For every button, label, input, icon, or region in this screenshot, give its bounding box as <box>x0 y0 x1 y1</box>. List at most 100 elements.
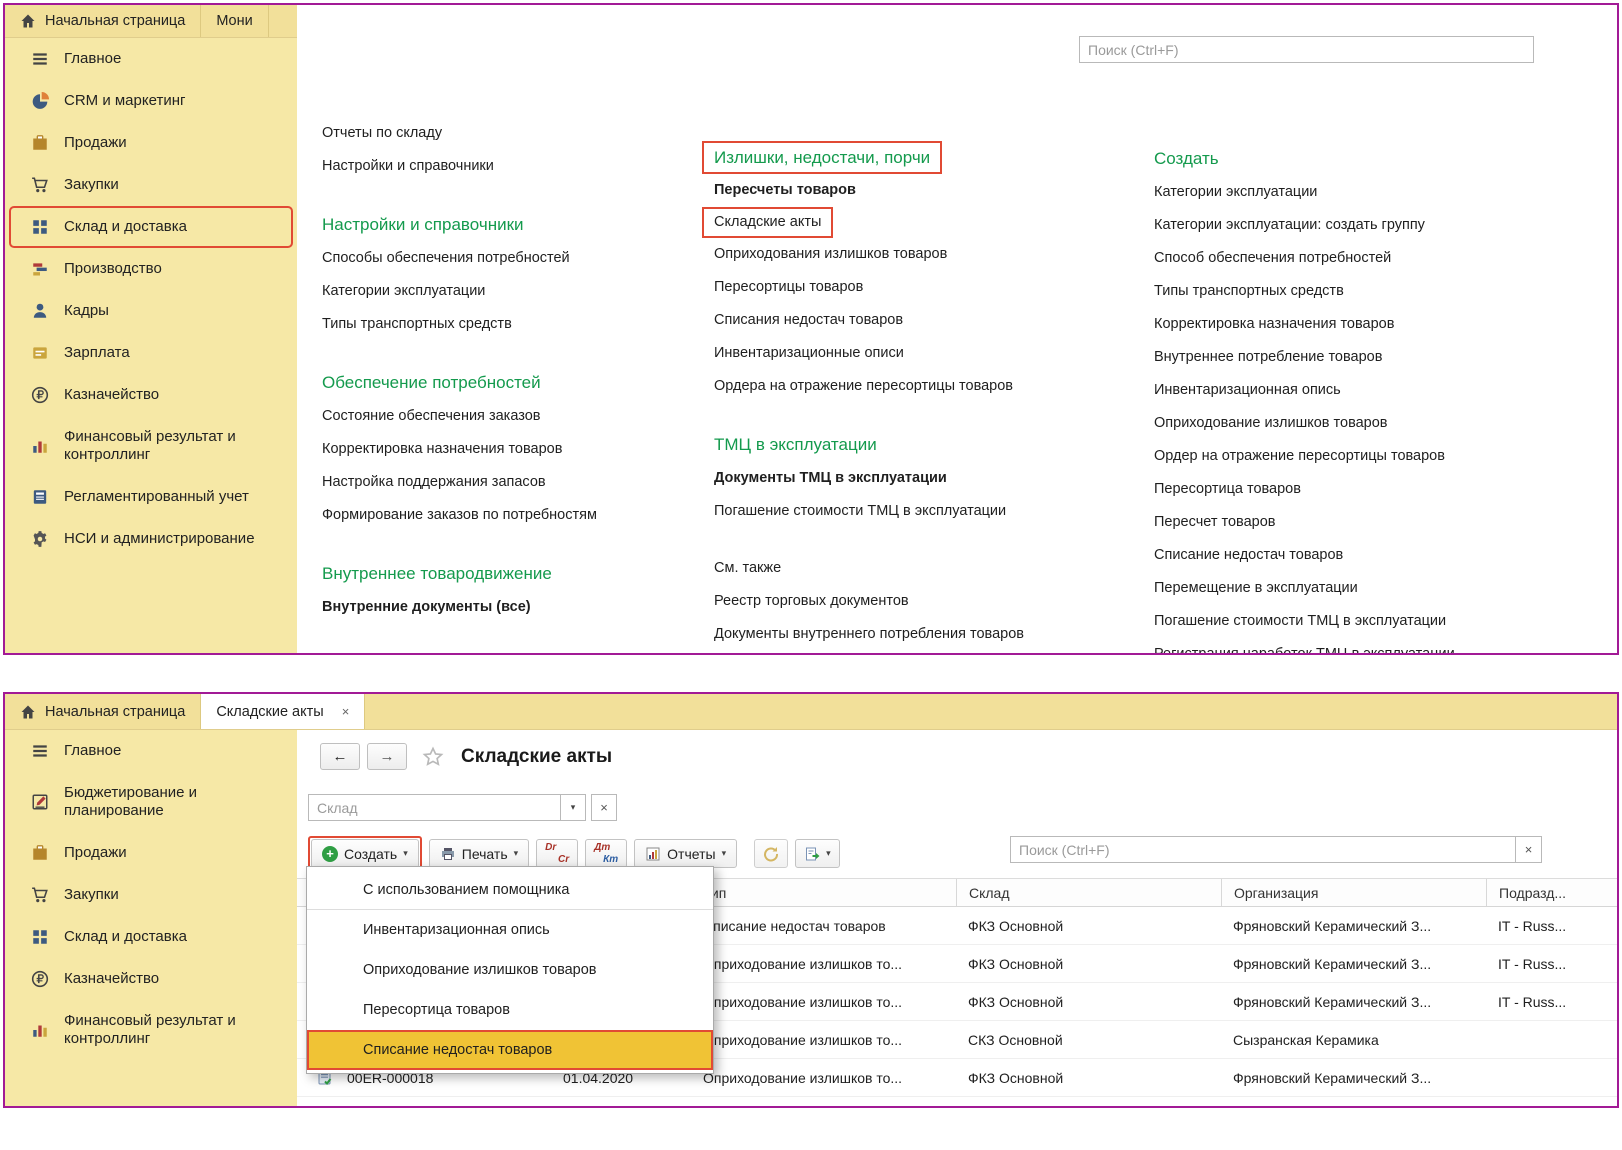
column-header-organization[interactable]: Организация <box>1221 879 1483 906</box>
dtkt-movements-button[interactable]: Дт Кт <box>585 839 627 868</box>
print-button[interactable]: Печать ▾ <box>429 839 529 868</box>
menu-item[interactable]: Категории эксплуатации <box>320 275 487 308</box>
tab[interactable]: Начальная страница <box>5 694 201 729</box>
menu-item[interactable]: Настройки и справочники <box>320 207 526 242</box>
menu-item[interactable]: Ордера на отражение пересортицы товаров <box>712 370 1015 403</box>
filter-clear-icon[interactable]: × <box>591 794 617 821</box>
refresh-button[interactable] <box>754 839 788 868</box>
sidebar-item[interactable]: Закупки <box>5 164 297 206</box>
menu-item[interactable]: Отчеты по складу <box>320 117 444 150</box>
menu-item[interactable]: Списание недостач товаров <box>307 1030 713 1070</box>
menu-item[interactable]: С использованием помощника <box>307 870 713 910</box>
column-header-department[interactable]: Подразд... <box>1486 879 1614 906</box>
menu-item[interactable]: Обеспечение потребностей <box>320 365 543 400</box>
menu-item[interactable]: Способ обеспечения потребностей <box>1152 242 1393 275</box>
sidebar-item[interactable]: Бюджетирование и планирование <box>5 772 297 832</box>
sidebar-item[interactable]: Главное <box>5 38 297 80</box>
menu-item[interactable]: Инвентаризационные описи <box>712 337 906 370</box>
search-input[interactable] <box>1010 836 1516 863</box>
cell-warehouse: ФКЗ Основной <box>968 907 1218 944</box>
book-icon <box>31 488 49 506</box>
menu-item[interactable]: Корректировка назначения товаров <box>320 433 564 466</box>
menu-item[interactable]: Оприходование излишков товаров <box>307 950 713 990</box>
menu-item[interactable]: Пересортицы товаров <box>712 271 865 304</box>
menu-item[interactable]: Состояние обеспечения заказов <box>320 400 542 433</box>
menu-item[interactable]: Оприходования излишков товаров <box>712 238 949 271</box>
create-button[interactable]: + Создать ▾ <box>311 839 419 868</box>
menu-item[interactable]: Документы ТМЦ в эксплуатации <box>712 462 949 495</box>
forward-button[interactable]: → <box>367 743 407 770</box>
sidebar-item[interactable]: Главное <box>5 730 297 772</box>
menu-item[interactable]: Категории эксплуатации: создать группу <box>1152 209 1427 242</box>
cell-organization: Фряновский Керамический З... <box>1233 983 1488 1020</box>
menu-item[interactable]: Оприходование излишков товаров <box>1152 407 1390 440</box>
menu-item[interactable]: Настройки и справочники <box>320 150 496 183</box>
menu-item[interactable]: Списания недостач товаров <box>712 304 905 337</box>
chevron-down-icon: ▾ <box>403 848 408 859</box>
menu-item[interactable]: Регистрация наработок ТМЦ в эксплуатации <box>1152 638 1457 655</box>
chart-icon <box>31 1021 49 1039</box>
sidebar-item[interactable]: Продажи <box>5 122 297 164</box>
sidebar-item[interactable]: Регламентированный учет <box>5 476 297 518</box>
sidebar-item[interactable]: Кадры <box>5 290 297 332</box>
menu-item[interactable]: Погашение стоимости ТМЦ в эксплуатации <box>1152 605 1448 638</box>
menu-item[interactable]: Пересортица товаров <box>307 990 713 1030</box>
menu-item[interactable]: Типы транспортных средств <box>320 308 514 341</box>
menu-item[interactable]: Складские акты <box>702 207 833 238</box>
filter-dropdown-icon[interactable]: ▾ <box>560 794 586 821</box>
menu-item[interactable]: Внутренние документы (все) <box>320 591 533 624</box>
tab[interactable]: Начальная страница <box>5 5 201 37</box>
menu-item[interactable]: Погашение стоимости ТМЦ в эксплуатации <box>712 495 1008 528</box>
menu-item[interactable]: Документы внутреннего потребления товаро… <box>712 618 1026 651</box>
menu-item[interactable]: Перемещение в эксплуатации <box>1152 572 1360 605</box>
sidebar-item[interactable]: Финансовый результат и контроллинг <box>5 416 297 476</box>
sidebar-item[interactable]: Производство <box>5 248 297 290</box>
tab-close-icon[interactable]: × <box>342 704 350 719</box>
menu-item[interactable]: Внутреннее товародвижение <box>320 556 554 591</box>
section-menu-content: Отчеты по складуНастройки и справочникиН… <box>297 5 1617 653</box>
sidebar-item[interactable]: Казначейство <box>5 958 297 1000</box>
menu-item[interactable]: Излишки, недостачи, порчи <box>702 141 942 174</box>
menu-item[interactable]: Формирование заказов по потребностям <box>320 499 599 532</box>
sidebar-item[interactable]: Продажи <box>5 832 297 874</box>
menu-item[interactable]: Категории эксплуатации <box>1152 176 1319 209</box>
menu-item[interactable]: Типы транспортных средств <box>1152 275 1346 308</box>
favorite-star-icon[interactable] <box>422 746 444 768</box>
menu-item[interactable]: Создать <box>1152 141 1221 176</box>
menu-item[interactable]: Ордер на отражение пересортицы товаров <box>1152 440 1447 473</box>
menu-item[interactable]: Реестр торговых документов <box>712 585 911 618</box>
menu-item[interactable]: Способы обеспечения потребностей <box>320 242 572 275</box>
sidebar-item[interactable]: НСИ и администрирование <box>5 518 297 560</box>
menu-item[interactable]: Списание недостач товаров <box>1152 539 1345 572</box>
search-input[interactable] <box>1079 36 1534 63</box>
menu-item[interactable]: См. также <box>712 552 783 585</box>
sidebar-item[interactable]: Зарплата <box>5 332 297 374</box>
menu-item[interactable]: Внутреннее потребление товаров <box>1152 341 1384 374</box>
menu-item[interactable]: Пересчеты товаров <box>712 174 858 207</box>
menu-item[interactable]: Инвентаризационная опись <box>307 910 713 950</box>
tab[interactable]: Складские акты × <box>201 694 365 729</box>
column-header-warehouse[interactable]: Склад <box>956 879 1218 906</box>
sidebar-item[interactable]: Закупки <box>5 874 297 916</box>
menu-item[interactable]: ТМЦ в эксплуатации <box>712 427 879 462</box>
drcr-icon: Dr Cr <box>545 843 569 864</box>
menu-item[interactable]: Пересортица товаров <box>1152 473 1303 506</box>
warehouse-filter-input[interactable] <box>308 794 560 821</box>
drcr-movements-button[interactable]: Dr Cr <box>536 839 578 868</box>
column-header-type[interactable]: Тип <box>703 879 953 906</box>
menu-item[interactable]: Пересчет товаров <box>1152 506 1278 539</box>
reports-button[interactable]: Отчеты ▾ <box>634 839 737 868</box>
tab[interactable]: Мони <box>201 5 268 37</box>
sidebar-item[interactable]: Склад и доставка <box>9 206 293 248</box>
sidebar-item[interactable]: Финансовый результат и контроллинг <box>5 1000 297 1060</box>
menu-item[interactable]: Настройка поддержания запасов <box>320 466 548 499</box>
sidebar-item-label: Казначейство <box>64 970 289 988</box>
menu-item[interactable]: Корректировка назначения товаров <box>1152 308 1396 341</box>
search-clear-icon[interactable]: × <box>1516 836 1542 863</box>
sidebar-item[interactable]: CRM и маркетинг <box>5 80 297 122</box>
back-button[interactable]: ← <box>320 743 360 770</box>
export-button[interactable]: ▾ <box>795 839 840 868</box>
sidebar-item[interactable]: Склад и доставка <box>5 916 297 958</box>
sidebar-item[interactable]: Казначейство <box>5 374 297 416</box>
menu-item[interactable]: Инвентаризационная опись <box>1152 374 1343 407</box>
